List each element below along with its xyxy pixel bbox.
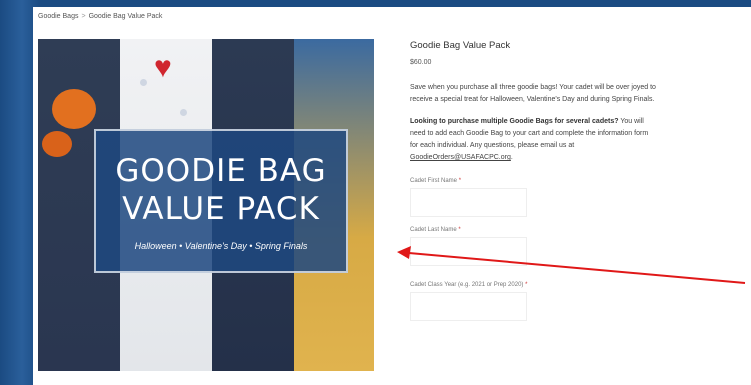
note-line: for each individual. Any questions, plea… xyxy=(410,142,575,149)
first-name-label: Cadet First Name * xyxy=(410,178,750,184)
breadcrumb-current: Goodie Bag Value Pack xyxy=(88,13,163,20)
note-bold: Looking to purchase multiple Goodie Bags… xyxy=(410,118,619,125)
product-title: Goodie Bag Value Pack xyxy=(410,40,511,51)
required-mark: * xyxy=(458,178,462,184)
breadcrumb: Goodie Bags > Goodie Bag Value Pack xyxy=(38,13,162,20)
arrow-shaft xyxy=(408,252,746,284)
note-rest: You will xyxy=(618,118,644,125)
product-description: Save when you purchase all three goodie … xyxy=(410,82,750,106)
multiple-purchase-note: Looking to purchase multiple Goodie Bags… xyxy=(410,116,750,164)
note-line: Looking to purchase multiple Goodie Bags… xyxy=(410,116,750,128)
email-suffix: . xyxy=(510,154,513,161)
pumpkin-icon xyxy=(52,89,96,129)
hero-title-line2: VALUE PACK xyxy=(122,191,320,227)
description-line: receive a special treat for Halloween, V… xyxy=(410,96,655,103)
confetti-dot xyxy=(140,79,147,86)
hero-subtitle: Halloween • Valentine's Day • Spring Fin… xyxy=(134,241,308,251)
pumpkin-icon xyxy=(42,131,72,157)
confetti-dot xyxy=(180,109,187,116)
description-line: Save when you purchase all three goodie … xyxy=(410,84,656,91)
first-name-label-text: Cadet First Name xyxy=(410,178,458,184)
note-line: need to add each Goodie Bag to your cart… xyxy=(410,130,649,137)
image-title-overlay: GOODIE BAG VALUE PACK Halloween • Valent… xyxy=(94,129,348,273)
breadcrumb-home-link[interactable]: Goodie Bags xyxy=(38,13,78,20)
annotation-arrow xyxy=(397,246,746,284)
heart-icon: ♥ xyxy=(154,51,172,84)
note-line: GoodieOrders@USAFACPC.org. xyxy=(410,152,750,164)
arrow-head xyxy=(397,246,411,259)
required-mark: * xyxy=(458,227,461,233)
last-name-label-text: Cadet Last Name xyxy=(410,227,457,233)
breadcrumb-separator: > xyxy=(81,13,86,20)
hero-title-line1: GOODIE BAG xyxy=(115,153,327,189)
product-image[interactable]: ♥ GOODIE BAG VALUE PACK Halloween • Vale… xyxy=(38,39,374,371)
last-name-label: Cadet Last Name * xyxy=(410,227,750,233)
email-link[interactable]: GoodieOrders@USAFACPC.org xyxy=(410,154,511,161)
first-name-field[interactable] xyxy=(410,188,527,217)
product-price: $60.00 xyxy=(410,59,432,66)
